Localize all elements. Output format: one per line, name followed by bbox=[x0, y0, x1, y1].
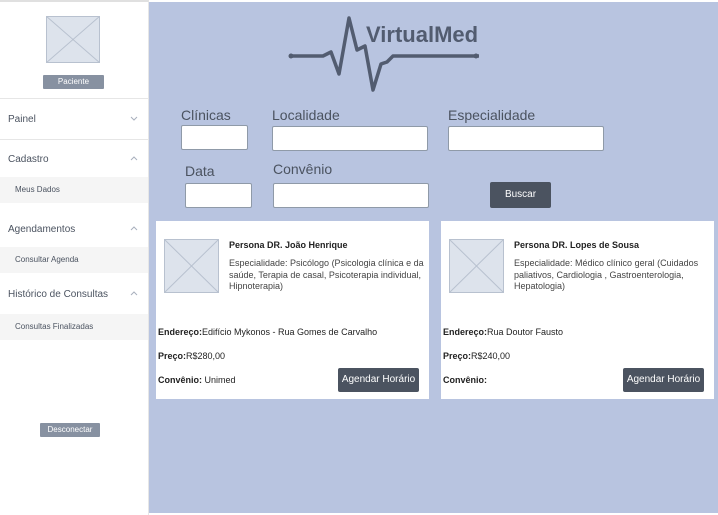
patient-profile-button[interactable]: Paciente bbox=[43, 75, 104, 89]
chevron-up-icon bbox=[130, 226, 138, 231]
especialidade-label: Especialidade bbox=[448, 107, 536, 123]
sidebar-subitem-consultar-agenda[interactable]: Consultar Agenda bbox=[0, 247, 148, 273]
doctor-photo-placeholder-icon bbox=[164, 239, 219, 293]
doctor-card: Persona DR. João Henrique Especialidade:… bbox=[156, 221, 429, 399]
address-label: Endereço: bbox=[158, 327, 203, 337]
data-label: Data bbox=[185, 163, 215, 179]
insurance-value: Unimed bbox=[202, 375, 236, 385]
sidebar-item-label: Agendamentos bbox=[8, 224, 76, 235]
doctor-address: Endereço:Rua Doutor Fausto bbox=[443, 327, 563, 337]
doctor-name: Persona DR. João Henrique bbox=[229, 240, 348, 250]
divider bbox=[0, 98, 148, 99]
convenio-input[interactable] bbox=[273, 183, 429, 208]
date-input[interactable] bbox=[185, 183, 252, 208]
address-value: Rua Doutor Fausto bbox=[487, 327, 564, 337]
address-label: Endereço: bbox=[443, 327, 488, 337]
sidebar-subitem-consultas-finalizadas[interactable]: Consultas Finalizadas bbox=[0, 314, 148, 340]
clinicas-input[interactable] bbox=[181, 125, 248, 150]
doctor-name: Persona DR. Lopes de Sousa bbox=[514, 240, 640, 250]
sidebar: Paciente Painel Cadastro Meus Dados Agen… bbox=[0, 0, 149, 515]
doctor-insurance: Convênio: bbox=[443, 375, 487, 385]
chevron-up-icon bbox=[130, 291, 138, 296]
price-label: Preço: bbox=[158, 351, 187, 361]
doctor-address: Endereço:Edifício Mykonos - Rua Gomes de… bbox=[158, 327, 377, 337]
sidebar-item-historico[interactable]: Histórico de Consultas bbox=[8, 289, 138, 300]
localidade-label: Localidade bbox=[272, 107, 340, 123]
price-label: Preço: bbox=[443, 351, 472, 361]
brand-title: VirtualMed bbox=[366, 22, 479, 47]
doctor-price: Preço:R$240,00 bbox=[443, 351, 510, 361]
sidebar-item-label: Histórico de Consultas bbox=[8, 289, 109, 300]
doctor-insurance: Convênio: Unimed bbox=[158, 375, 236, 385]
main-content: VirtualMed Clínicas Localidade Especiali… bbox=[149, 2, 718, 513]
schedule-button[interactable]: Agendar Horário bbox=[338, 368, 419, 392]
sidebar-item-label: Painel bbox=[8, 114, 36, 125]
divider bbox=[0, 139, 148, 140]
chevron-up-icon bbox=[130, 156, 138, 161]
doctor-photo-placeholder-icon bbox=[449, 239, 504, 293]
clinicas-label: Clínicas bbox=[181, 107, 231, 123]
logout-button[interactable]: Desconectar bbox=[40, 423, 100, 437]
localidade-input[interactable] bbox=[272, 126, 428, 151]
insurance-label: Convênio: bbox=[158, 375, 202, 385]
chevron-down-icon bbox=[130, 116, 138, 121]
schedule-button[interactable]: Agendar Horário bbox=[623, 368, 704, 392]
doctor-specialty: Especialidade: Médico clínico geral (Cui… bbox=[514, 258, 699, 291]
convenio-label: Convênio bbox=[273, 161, 333, 177]
especialidade-input[interactable] bbox=[448, 126, 604, 151]
sidebar-subitem-meus-dados[interactable]: Meus Dados bbox=[0, 177, 148, 203]
price-value: R$240,00 bbox=[471, 351, 511, 361]
insurance-label: Convênio: bbox=[443, 375, 487, 385]
price-value: R$280,00 bbox=[186, 351, 226, 361]
doctor-card: Persona DR. Lopes de Sousa Especialidade… bbox=[441, 221, 714, 399]
doctor-price: Preço:R$280,00 bbox=[158, 351, 225, 361]
address-value: Edifício Mykonos - Rua Gomes de Carvalho bbox=[202, 327, 378, 337]
avatar-image-placeholder-icon bbox=[46, 16, 100, 63]
sidebar-item-painel[interactable]: Painel bbox=[8, 114, 138, 125]
sidebar-item-cadastro[interactable]: Cadastro bbox=[8, 154, 138, 165]
doctor-specialty: Especialidade: Psicólogo (Psicologia clí… bbox=[229, 258, 424, 291]
sidebar-item-agendamentos[interactable]: Agendamentos bbox=[8, 224, 138, 235]
sidebar-item-label: Cadastro bbox=[8, 154, 49, 165]
search-button[interactable]: Buscar bbox=[490, 182, 551, 208]
